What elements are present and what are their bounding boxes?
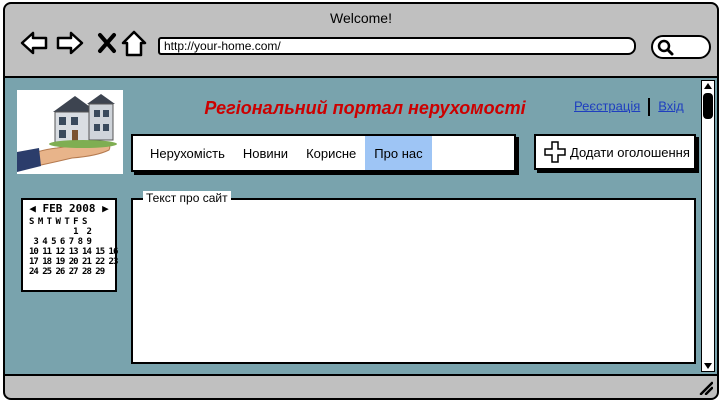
- resize-grip-icon[interactable]: [697, 379, 713, 395]
- scroll-up-icon[interactable]: [704, 83, 712, 89]
- auth-links: Реєстрація Вхід: [574, 98, 684, 116]
- menu-item-about[interactable]: Про нас: [365, 136, 432, 170]
- about-panel-label: Текст про сайт: [143, 191, 231, 205]
- plus-icon: [544, 141, 566, 163]
- calendar-row: 1 2: [29, 227, 92, 237]
- calendar-row: 10 11 12 13 14 15 16: [29, 247, 118, 257]
- home-icon[interactable]: [119, 28, 149, 58]
- forward-icon[interactable]: [55, 28, 85, 58]
- about-text-panel: Текст про сайт: [131, 191, 696, 364]
- calendar-weekdays: S M T W T F S: [29, 217, 87, 227]
- scrollbar-thumb[interactable]: [703, 93, 713, 119]
- site-logo: [16, 90, 123, 174]
- back-icon[interactable]: [19, 28, 49, 58]
- link-divider: [648, 98, 651, 116]
- next-month-icon[interactable]: ▶: [102, 202, 109, 215]
- calendar-row: 24 25 26 27 28 29: [29, 267, 105, 277]
- house-on-hand-image: [16, 94, 117, 172]
- login-link[interactable]: Вхід: [658, 98, 684, 113]
- calendar-row: 3 4 5 6 7 8 9: [29, 237, 91, 247]
- calendar-header: ◀ FEB 2008 ▶: [23, 202, 115, 215]
- add-listing-button[interactable]: Додати оголошення: [534, 134, 696, 170]
- vertical-scrollbar[interactable]: [701, 80, 715, 372]
- menu-item-useful[interactable]: Корисне: [297, 136, 365, 170]
- prev-month-icon[interactable]: ◀: [29, 202, 36, 215]
- address-bar[interactable]: http://your-home.com/: [158, 37, 636, 55]
- window-title: Welcome!: [330, 10, 392, 26]
- menu-item-news[interactable]: Новини: [234, 136, 297, 170]
- calendar-grid[interactable]: S M T W T F S 1 2 3 4 5 6 7 8 9 10 11 12 …: [29, 217, 118, 277]
- browser-search-field[interactable]: [651, 35, 711, 59]
- main-menu: Нерухомість Новини Корисне Про нас: [131, 134, 516, 172]
- menu-item-real-estate[interactable]: Нерухомість: [141, 136, 234, 170]
- page-viewport: Регіональний портал нерухомості Реєстрац…: [5, 76, 717, 376]
- register-link[interactable]: Реєстрація: [574, 98, 640, 113]
- scroll-down-icon[interactable]: [704, 363, 712, 369]
- search-icon: [657, 39, 674, 56]
- status-bar: [5, 376, 717, 398]
- site-title: Регіональний портал нерухомості: [204, 98, 526, 118]
- add-listing-label: Додати оголошення: [570, 144, 690, 160]
- browser-window: Welcome! http://your-home.com/ Регіональ…: [3, 2, 719, 400]
- calendar-month: FEB 2008: [42, 202, 96, 215]
- calendar-widget: ◀ FEB 2008 ▶ S M T W T F S 1 2 3 4 5 6 7…: [21, 198, 118, 292]
- calendar-row: 17 18 19 20 21 22 23: [29, 257, 118, 267]
